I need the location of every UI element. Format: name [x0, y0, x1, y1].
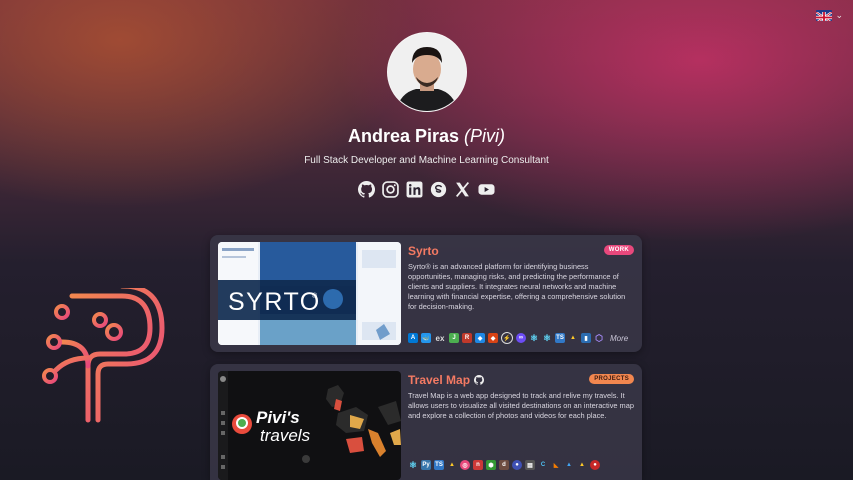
typescript-icon: TS: [555, 333, 565, 343]
docker-icon: 🐳: [421, 333, 431, 343]
react-native-icon: ⚛: [542, 332, 552, 343]
syrto-thumbnail: SYRTO ®: [218, 242, 401, 345]
celery-icon: ●: [512, 460, 522, 470]
youtube-icon[interactable]: [478, 181, 495, 198]
chevron-down-icon: ⌄: [835, 10, 843, 20]
nodejs-icon: ⬢: [486, 460, 496, 470]
profile-nickname: (Pivi): [464, 126, 506, 146]
work-badge: WORK: [603, 245, 634, 255]
avatar: [387, 32, 467, 112]
project-card-travel-map[interactable]: Pivi's travels Travel Map PROJECTS Trave…: [210, 364, 642, 480]
pivi-logo: [42, 288, 165, 423]
box-icon: ◆: [475, 333, 485, 343]
x-icon[interactable]: [454, 181, 471, 198]
linkedin-icon[interactable]: [406, 181, 423, 198]
power-bi-icon: ▮: [581, 333, 591, 343]
uk-flag-icon: [816, 10, 833, 21]
project-description: Travel Map is a web app designed to trac…: [408, 391, 634, 421]
graphql-icon: ⬡: [595, 332, 603, 343]
react-icon: ⚛: [408, 459, 418, 470]
skype-icon[interactable]: [430, 181, 447, 198]
azure-icon: A: [408, 333, 418, 343]
cdn-icon: C: [540, 462, 546, 468]
django-icon: d: [499, 460, 509, 470]
syrto-thumb-reg: ®: [312, 292, 318, 300]
git-icon: ◆: [488, 333, 498, 343]
prisma-icon: ∞: [516, 333, 526, 343]
pillow-icon: ▤: [525, 460, 535, 470]
travel-thumb-line2: travels: [260, 426, 311, 445]
tech-stack: ⚛ Py TS ▲ ◎ n ⬢ d ● ▤ C ◣ ▲ ▲ ●: [408, 460, 600, 470]
graphql-icon: ◎: [460, 460, 470, 470]
vercel-icon: ▲: [566, 462, 572, 468]
github-icon[interactable]: [358, 181, 375, 198]
aws-icon: ◣: [553, 462, 559, 469]
project-title[interactable]: Syrto: [408, 244, 439, 258]
project-description: Syrto® is an advanced platform for ident…: [408, 262, 626, 312]
firebase-icon: ▲: [449, 462, 455, 468]
react-icon: ⚛: [529, 332, 539, 343]
travel-thumb-line1: Pivi's: [256, 408, 300, 427]
projects-badge: PROJECTS: [589, 374, 634, 384]
instagram-icon[interactable]: [382, 181, 399, 198]
profile-name: Andrea Piras (Pivi): [347, 126, 506, 146]
language-selector[interactable]: ⌄: [816, 10, 843, 21]
github-icon[interactable]: [474, 375, 484, 385]
misc-icon: ●: [590, 460, 600, 470]
syrto-thumb-text: SYRTO: [228, 288, 321, 316]
firebase-icon: ▲: [570, 335, 576, 341]
npm-icon: n: [473, 460, 483, 470]
travel-map-thumbnail: Pivi's travels: [218, 371, 401, 480]
profile-subtitle: Full Stack Developer and Machine Learnin…: [304, 155, 549, 166]
express-icon: ex: [435, 333, 445, 343]
tech-stack: A 🐳 ex J R ◆ ◆ ⚡ ∞ ⚛ ⚛ TS ▲ ▮ ⬡ More: [408, 332, 628, 344]
project-card-syrto[interactable]: SYRTO ® Syrto WORK Syrto® is an advanced…: [210, 235, 642, 352]
project-title[interactable]: Travel Map: [408, 373, 484, 387]
python-icon: Py: [421, 460, 431, 470]
nextjs-icon: ⚡: [501, 332, 513, 344]
more-link[interactable]: More: [610, 334, 628, 343]
firebase-hosting-icon: ▲: [579, 462, 585, 468]
jenkins-icon: J: [449, 333, 459, 343]
redis-icon: R: [462, 333, 472, 343]
typescript-icon: TS: [434, 460, 444, 470]
social-links: [0, 181, 853, 198]
